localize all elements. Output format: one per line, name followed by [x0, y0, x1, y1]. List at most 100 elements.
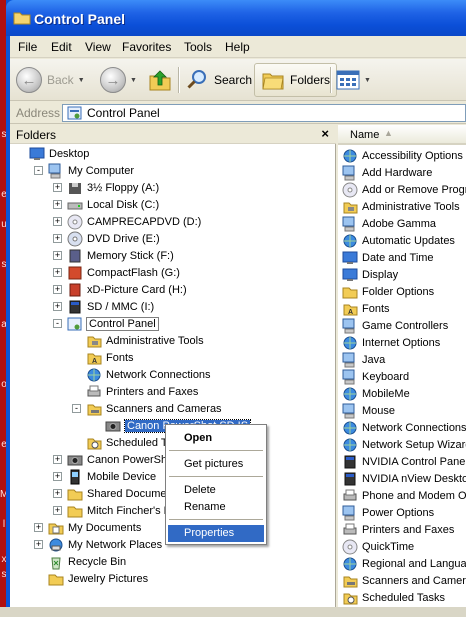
forward-arrow-icon: → [100, 67, 126, 93]
tree-item[interactable]: Printers and Faxes [86, 383, 198, 400]
menu-item-rename[interactable]: Rename [168, 499, 264, 516]
menu-edit[interactable]: Edit [51, 40, 72, 54]
tree-item[interactable]: + Mobile Device [53, 468, 156, 485]
collapse-icon[interactable]: - [72, 404, 81, 413]
menu-item-properties[interactable]: Properties [168, 525, 264, 542]
tree-item[interactable]: + CAMPRECAPDVD (D:) [53, 213, 202, 230]
list-item[interactable]: Network Setup Wizard [342, 436, 466, 453]
list-item[interactable]: Automatic Updates [342, 232, 455, 249]
tree-item[interactable]: + DVD Drive (E:) [53, 230, 160, 247]
expand-icon[interactable]: + [53, 489, 62, 498]
list-item[interactable]: Game Controllers [342, 317, 448, 334]
list-item[interactable]: Mouse [342, 402, 395, 419]
list-item[interactable]: Phone and Modem Opti [342, 487, 466, 504]
list-item[interactable]: Add Hardware [342, 164, 432, 181]
tree-item[interactable]: - Control Panel [53, 315, 159, 332]
tree-item[interactable]: + Canon PowerShot [53, 451, 176, 468]
menu-view[interactable]: View [85, 40, 111, 54]
list-item[interactable]: Keyboard [342, 368, 409, 385]
toolbar: ← Back ▼ → ▼ Search Folders ▼ [10, 59, 466, 101]
list-item[interactable]: Scheduled Tasks [342, 589, 445, 606]
list-item[interactable]: Date and Time [342, 249, 434, 266]
tree-item[interactable]: +3½ Floppy (A:) [53, 179, 159, 196]
expand-icon[interactable]: + [53, 251, 62, 260]
tree-item[interactable]: + SD / MMC (I:) [53, 298, 154, 315]
sd-card-icon [344, 455, 356, 468]
close-icon[interactable]: × [321, 126, 329, 141]
cd-icon [342, 182, 358, 197]
menu-tools[interactable]: Tools [184, 40, 212, 54]
expand-icon[interactable]: + [53, 506, 62, 515]
back-button[interactable]: ← Back ▼ [16, 63, 85, 97]
list-item-label: Scanners and Cameras [362, 574, 466, 587]
list-item[interactable]: MobileMe [342, 385, 410, 402]
tree-item[interactable]: A Fonts [86, 349, 134, 366]
list-item[interactable]: Accessibility Options [342, 147, 463, 164]
collapse-icon[interactable]: - [34, 166, 43, 175]
tree-item[interactable]: Administrative Tools [86, 332, 204, 349]
tree-item[interactable]: + xD-Picture Card (H:) [53, 281, 187, 298]
tree-item-label: Fonts [106, 351, 134, 364]
up-folder-button[interactable] [148, 63, 172, 97]
list-item[interactable]: Administrative Tools [342, 198, 460, 215]
tree-item[interactable]: + Local Disk (C:) [53, 196, 159, 213]
tree-item[interactable]: + Memory Stick (F:) [53, 247, 174, 264]
tree-item[interactable]: Desktop [29, 145, 89, 162]
tree-item[interactable]: Jewelry Pictures [48, 570, 148, 587]
expand-icon[interactable]: + [53, 472, 62, 481]
expand-icon[interactable]: + [53, 217, 62, 226]
expand-icon[interactable]: + [53, 302, 62, 311]
list-item[interactable]: QuickTime [342, 538, 414, 555]
expand-icon[interactable]: + [53, 285, 62, 294]
menu-item-get-pictures[interactable]: Get pictures [168, 456, 264, 473]
collapse-icon[interactable]: - [53, 319, 62, 328]
menu-file[interactable]: File [18, 40, 37, 54]
folders-button[interactable]: Folders [254, 63, 338, 97]
tree-item[interactable]: + My Documents [34, 519, 141, 536]
address-label: Address [16, 106, 61, 120]
tree-item[interactable]: Recycle Bin [48, 553, 126, 570]
list-item[interactable]: Regional and Language [342, 555, 466, 572]
tree-item[interactable]: + CompactFlash (G:) [53, 264, 180, 281]
horizontal-scrollbar[interactable] [0, 607, 466, 617]
list-item[interactable]: Printers and Faxes [342, 521, 454, 538]
list-item[interactable]: Network Connections [342, 419, 466, 436]
expand-icon[interactable]: + [53, 183, 62, 192]
expand-icon[interactable]: + [53, 200, 62, 209]
list-item[interactable]: Internet Options [342, 334, 440, 351]
folder-icon [67, 489, 83, 500]
list-item[interactable]: A Fonts [342, 300, 390, 317]
name-column-header[interactable]: Name ▲ [338, 125, 466, 145]
title-bar[interactable]: Control Panel [6, 0, 466, 36]
menu-item-open[interactable]: Open [168, 430, 264, 447]
views-button[interactable]: ▼ [336, 63, 371, 97]
list-item[interactable]: Add or Remove Progra [342, 181, 466, 198]
list-item[interactable]: Java [342, 351, 385, 368]
expand-icon[interactable]: + [34, 540, 43, 549]
list-item[interactable]: Folder Options [342, 283, 434, 300]
menu-item-delete[interactable]: Delete [168, 482, 264, 499]
menu-favorites[interactable]: Favorites [122, 40, 171, 54]
search-button[interactable]: Search [185, 63, 252, 97]
list-item[interactable]: Scanners and Cameras [342, 572, 466, 589]
expand-icon[interactable]: + [53, 234, 62, 243]
expand-icon[interactable]: + [34, 523, 43, 532]
tree-item-label: CAMPRECAPDVD (D:) [87, 215, 202, 228]
menu-help[interactable]: Help [225, 40, 250, 54]
list-item[interactable]: NVIDIA nView Desktop [342, 470, 466, 487]
list-item[interactable]: Power Options [342, 504, 434, 521]
expand-icon[interactable]: + [53, 455, 62, 464]
forward-button[interactable]: → ▼ [100, 63, 137, 97]
expand-icon[interactable]: + [53, 268, 62, 277]
address-field[interactable]: Control Panel [62, 104, 466, 122]
list-item[interactable]: NVIDIA Control Panel [342, 453, 466, 470]
tree-item[interactable]: - Scanners and Cameras [72, 400, 222, 417]
list-item[interactable]: Display [342, 266, 398, 283]
sd-card-icon [344, 472, 356, 485]
tree-item[interactable]: Network Connections [86, 366, 211, 383]
printer-icon [343, 489, 357, 500]
tree-item[interactable]: + My Network Places [34, 536, 162, 553]
list-item[interactable]: Adobe Gamma [342, 215, 436, 232]
address-value: Control Panel [87, 106, 160, 120]
tree-item[interactable]: - My Computer [34, 162, 134, 179]
